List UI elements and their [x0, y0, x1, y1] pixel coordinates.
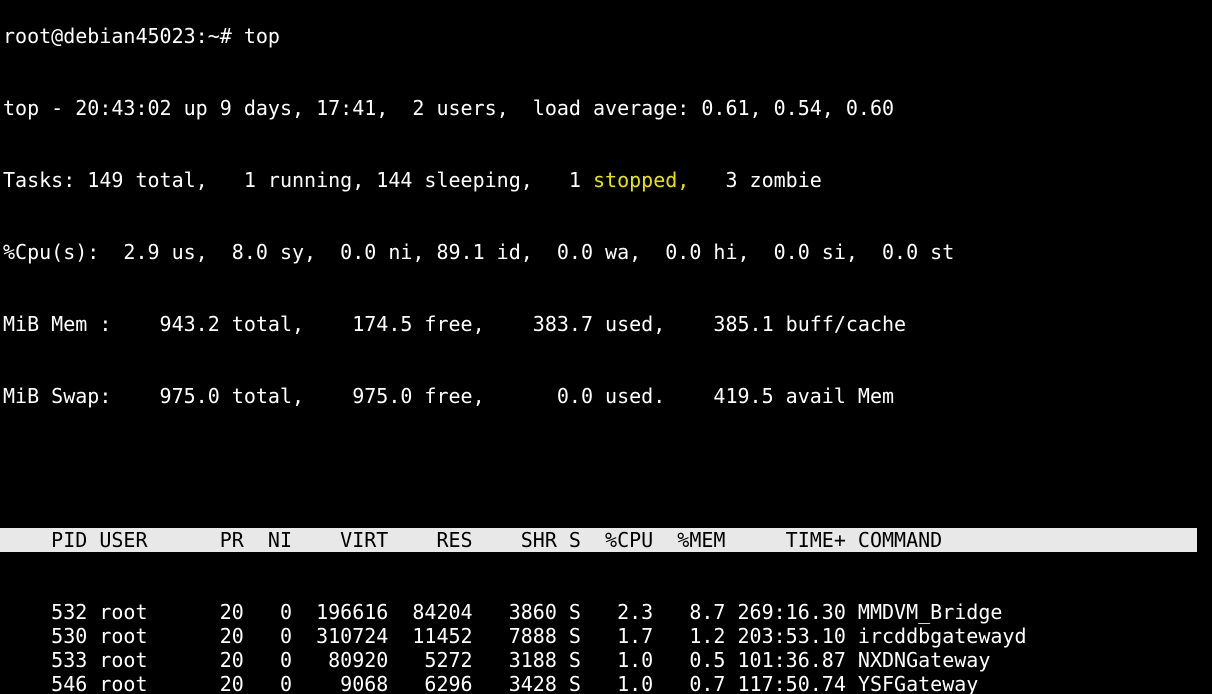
process-row: 530 root 20 0 310724 11452 7888 S 1.7 1.…: [0, 624, 1212, 648]
blank-line: [0, 456, 1212, 480]
prompt-line: root@debian45023:~# top: [0, 24, 1212, 48]
swap-line: MiB Swap: 975.0 total, 975.0 free, 0.0 u…: [0, 384, 1212, 408]
tasks-stopped-highlight: stopped,: [593, 168, 689, 192]
swap-text: MiB Swap: 975.0 total, 975.0 free, 0.0 u…: [3, 384, 894, 408]
uptime-line: top - 20:43:02 up 9 days, 17:41, 2 users…: [0, 96, 1212, 120]
process-row: 546 root 20 0 9068 6296 3428 S 1.0 0.7 1…: [0, 672, 1212, 694]
mem-text: MiB Mem : 943.2 total, 174.5 free, 383.7…: [3, 312, 906, 336]
tasks-text-suffix: 3 zombie: [689, 168, 821, 192]
prompt-text: root@debian45023:~# top: [3, 24, 280, 48]
terminal-output: root@debian45023:~# top top - 20:43:02 u…: [0, 0, 1212, 694]
process-row: 533 root 20 0 80920 5272 3188 S 1.0 0.5 …: [0, 648, 1212, 672]
process-row: 532 root 20 0 196616 84204 3860 S 2.3 8.…: [0, 600, 1212, 624]
tasks-text-prefix: Tasks: 149 total, 1 running, 144 sleepin…: [3, 168, 593, 192]
tasks-line: Tasks: 149 total, 1 running, 144 sleepin…: [0, 168, 1212, 192]
cpu-text: %Cpu(s): 2.9 us, 8.0 sy, 0.0 ni, 89.1 id…: [3, 240, 954, 264]
cpu-line: %Cpu(s): 2.9 us, 8.0 sy, 0.0 ni, 89.1 id…: [0, 240, 1212, 264]
uptime-text: top - 20:43:02 up 9 days, 17:41, 2 users…: [3, 96, 894, 120]
process-table: 532 root 20 0 196616 84204 3860 S 2.3 8.…: [0, 600, 1212, 694]
mem-line: MiB Mem : 943.2 total, 174.5 free, 383.7…: [0, 312, 1212, 336]
process-table-header: PID USER PR NI VIRT RES SHR S %CPU %MEM …: [0, 528, 1197, 552]
terminal-window[interactable]: root@debian45023:~# top top - 20:43:02 u…: [0, 0, 1212, 694]
